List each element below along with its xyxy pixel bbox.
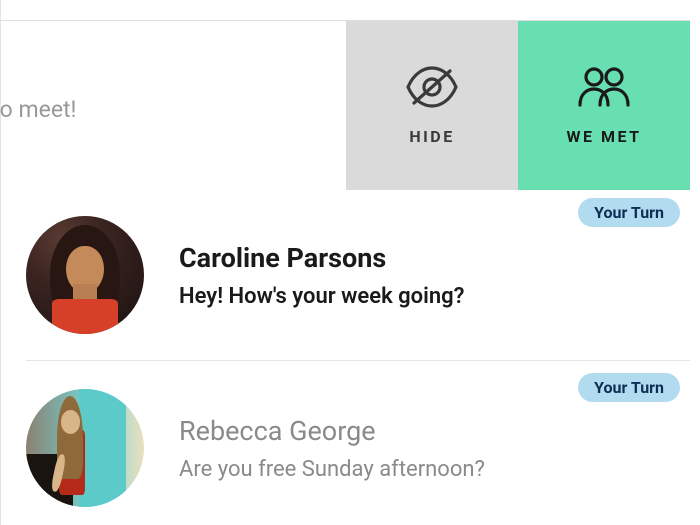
action-row: HIDE WE MET <box>0 20 690 190</box>
eye-off-icon <box>404 65 460 109</box>
conversation-message: Hey! How's your week going? <box>179 284 680 309</box>
people-icon <box>576 65 632 109</box>
your-turn-badge: Your Turn <box>578 373 680 402</box>
avatar <box>26 216 144 334</box>
we-met-label: WE MET <box>566 127 641 146</box>
avatar <box>26 389 144 507</box>
your-turn-badge: Your Turn <box>578 198 680 227</box>
we-met-button[interactable]: WE MET <box>518 21 690 190</box>
conversation-message: Are you free Sunday afternoon? <box>179 457 680 482</box>
action-row-spacer <box>0 21 346 190</box>
conversation-name: Caroline Parsons <box>179 242 680 274</box>
conversation-name: Rebecca George <box>179 415 680 447</box>
hide-label: HIDE <box>409 127 454 146</box>
hide-button[interactable]: HIDE <box>346 21 518 190</box>
conversation-text: Rebecca George Are you free Sunday after… <box>179 415 680 482</box>
conversation-row[interactable]: Your Turn Caroline Parsons Hey! How's yo… <box>26 190 690 361</box>
conversation-list: Your Turn Caroline Parsons Hey! How's yo… <box>26 190 690 507</box>
conversation-row[interactable]: Your Turn Rebecca George Are you free Su… <box>26 361 690 507</box>
conversation-text: Caroline Parsons Hey! How's your week go… <box>179 242 680 309</box>
